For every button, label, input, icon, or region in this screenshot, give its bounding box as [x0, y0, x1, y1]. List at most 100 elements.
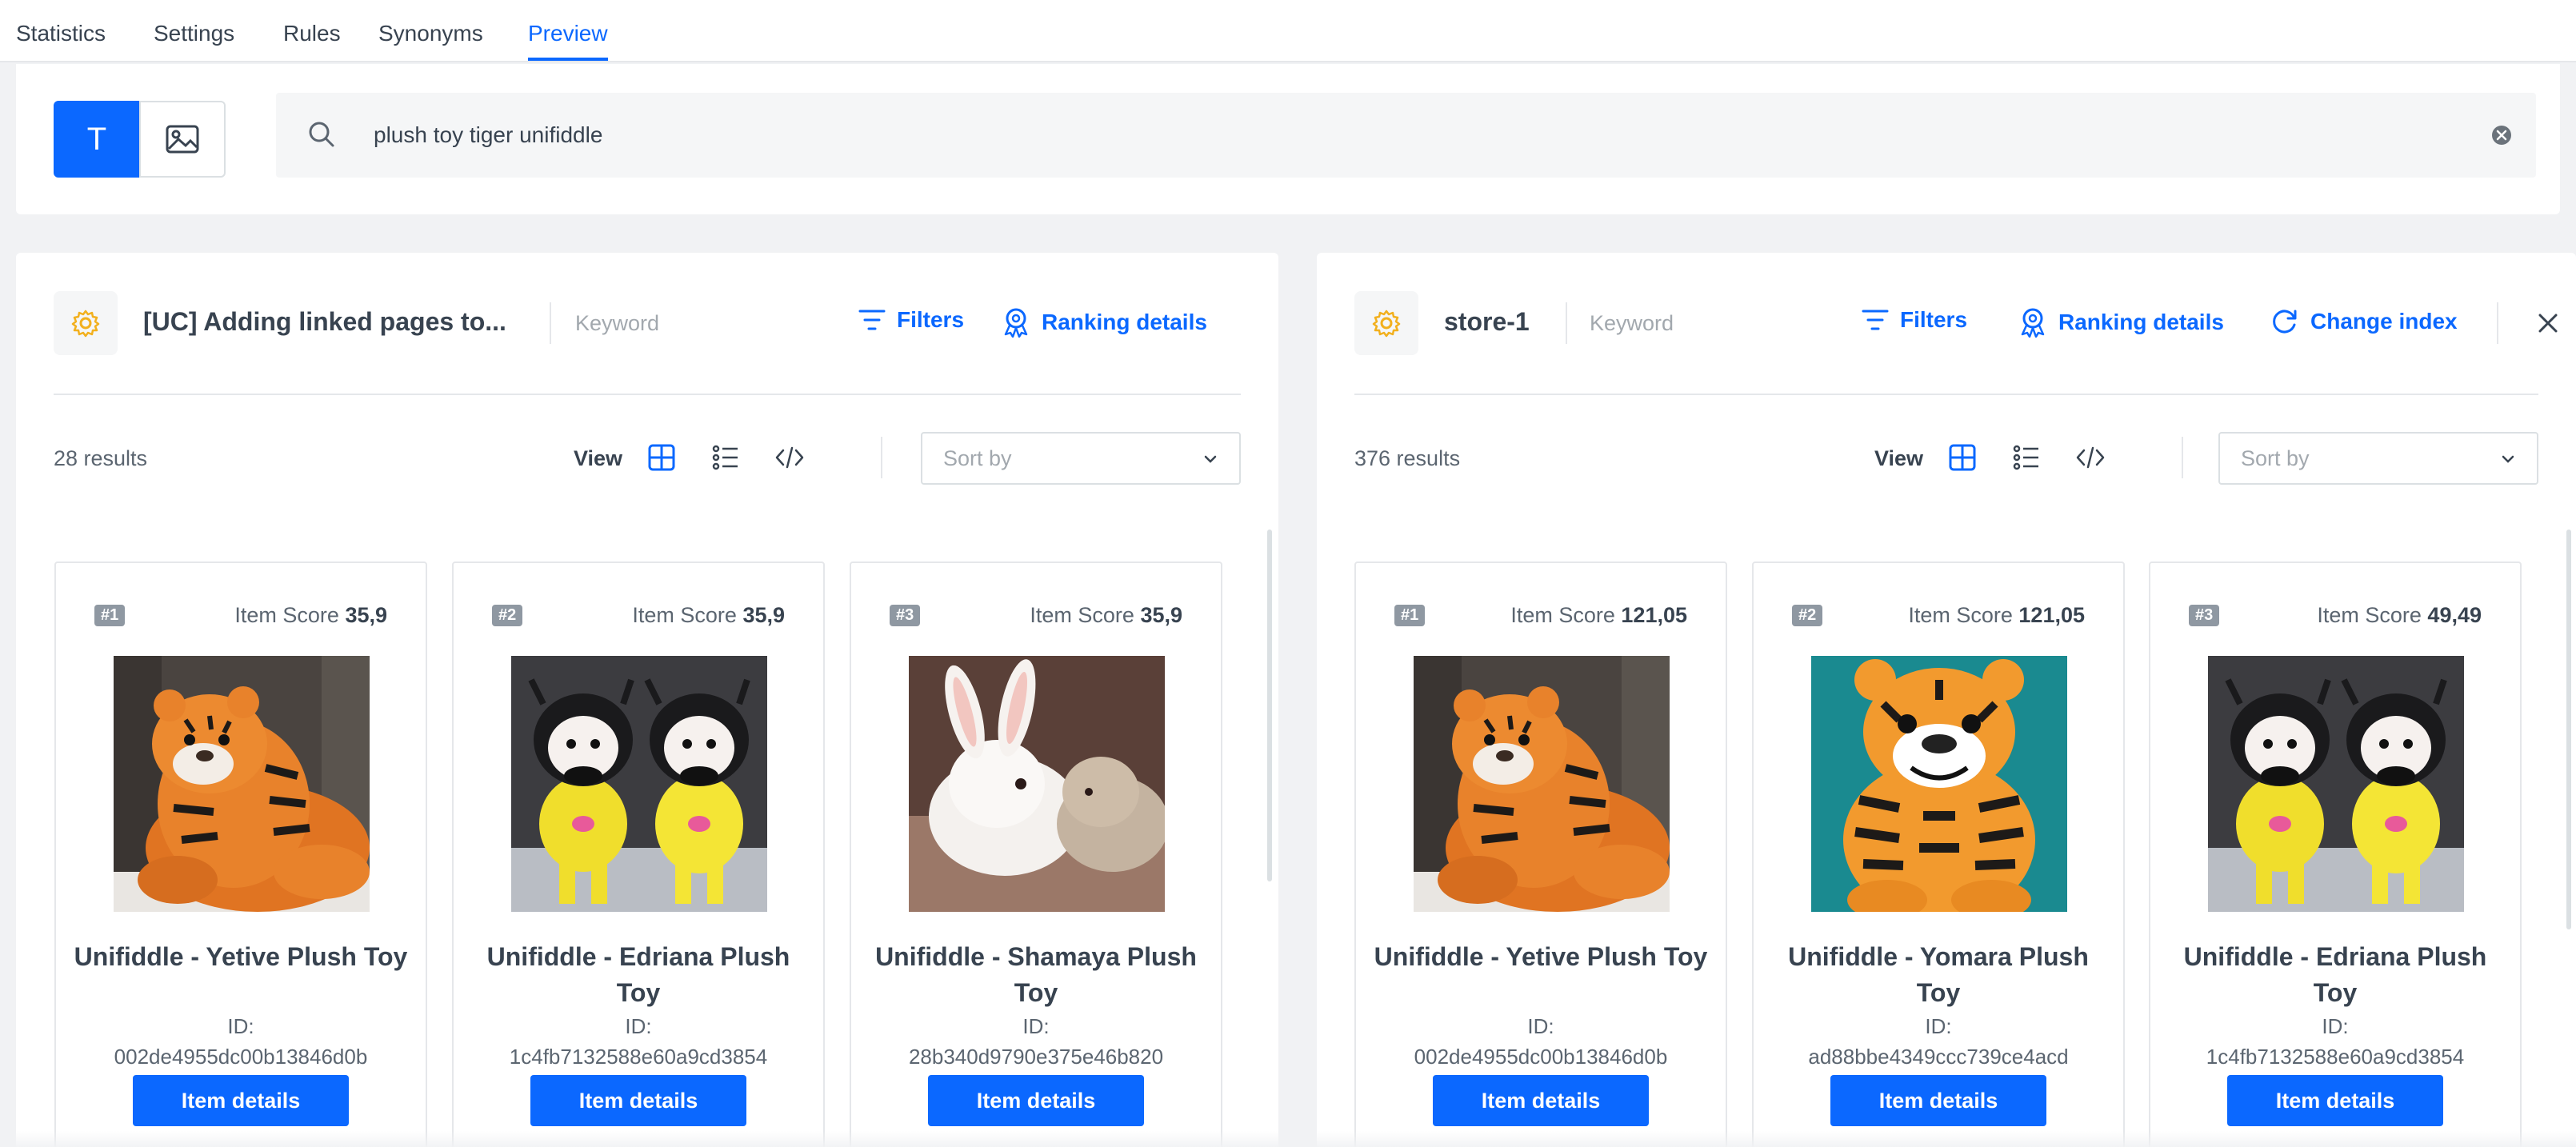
results-panel-left: [UC] Adding linked pages to... Filters R…: [16, 253, 1278, 1147]
ranking-details-label: Ranking details: [2058, 310, 2224, 334]
index-name: store-1: [1444, 307, 1530, 336]
result-card: #2 Item Score 35,9 Unifiddle - Edriana P…: [452, 562, 825, 1147]
header-divider-line: [1354, 394, 2538, 395]
filter-icon: [858, 310, 886, 330]
item-score: Item Score 121,05: [1908, 603, 2085, 627]
item-score: Item Score 35,9: [234, 603, 387, 627]
sort-by-select[interactable]: Sort by: [2218, 432, 2538, 485]
tiger-plush-image: [114, 656, 370, 912]
filters-button[interactable]: Filters: [1862, 307, 1967, 333]
chevron-down-icon: [2502, 455, 2514, 463]
item-id: ID:28b340d9790e375e46b820be91c9: [908, 1014, 1164, 1069]
list-icon: [2013, 445, 2038, 470]
scrollbar[interactable]: [2566, 530, 2571, 929]
result-card: #3 Item Score 49,49 Unifiddle - Edriana …: [2149, 562, 2522, 1147]
results-panel-right: store-1 Filters Ranking details Change i…: [1317, 253, 2576, 1147]
ranking-details-label: Ranking details: [1042, 310, 1207, 334]
award-icon: [1004, 308, 1028, 338]
item-details-button[interactable]: Item details: [928, 1075, 1144, 1126]
result-card: #1 Item Score 35,9 Unifiddle - Yetive Pl…: [54, 562, 427, 1147]
view-label: View: [1874, 446, 1924, 470]
grid-view-button[interactable]: [1946, 442, 1978, 474]
sort-by-select[interactable]: Sort by: [921, 432, 1241, 485]
result-card: #1 Item Score 121,05 Unifiddle - Yetive …: [1354, 562, 1727, 1147]
change-index-label: Change index: [2310, 309, 2458, 334]
code-view-button[interactable]: [2074, 442, 2106, 474]
panel-header: store-1 Filters Ranking details Change i…: [1354, 291, 2576, 355]
keyword-input[interactable]: [1590, 306, 1766, 341]
item-title: Unifiddle - Edriana Plush Toy: [486, 942, 790, 1007]
text-mode-icon: T: [86, 121, 107, 157]
award-icon: [2021, 308, 2045, 338]
search-icon: [309, 122, 334, 147]
filters-label: Filters: [1900, 307, 1968, 332]
list-view-button[interactable]: [2010, 442, 2042, 474]
filter-icon: [1862, 310, 1889, 330]
text-search-mode-button[interactable]: T: [54, 101, 140, 178]
results-toolbar: 376 results View Sort by: [1354, 432, 2538, 485]
toolbar-divider: [881, 437, 882, 478]
ranking-details-button[interactable]: Ranking details: [2018, 307, 2224, 338]
item-title: Unifiddle - Yetive Plush Toy: [74, 942, 408, 971]
search-box: [276, 93, 2536, 178]
item-score-value: 49,49: [2427, 603, 2482, 627]
tab-settings[interactable]: Settings: [154, 21, 234, 58]
header-divider: [1566, 302, 1567, 344]
item-title: Unifiddle - Edriana Plush Toy: [2183, 942, 2487, 1007]
item-details-button[interactable]: Item details: [1433, 1075, 1649, 1126]
item-score-value: 35,9: [1140, 603, 1182, 627]
image-search-mode-button[interactable]: [139, 101, 226, 178]
grid-view-button[interactable]: [646, 442, 678, 474]
search-input[interactable]: [374, 115, 2374, 155]
item-score: Item Score 35,9: [1030, 603, 1182, 627]
tab-synonyms[interactable]: Synonyms: [378, 21, 483, 58]
item-id: ID:1c4fb7132588e60a9cd38545e1bd0: [2206, 1014, 2465, 1069]
header-divider-line: [54, 394, 1241, 395]
index-settings-button[interactable]: [54, 291, 118, 355]
item-title: Unifiddle - Yomara Plush Toy: [1788, 942, 2089, 1007]
change-index-button[interactable]: Change index: [2270, 307, 2458, 336]
gear-icon: [71, 310, 100, 338]
item-title: Unifiddle - Yetive Plush Toy: [1374, 942, 1708, 971]
code-icon: [775, 446, 804, 469]
item-details-button[interactable]: Item details: [1830, 1075, 2046, 1126]
item-details-button[interactable]: Item details: [133, 1075, 349, 1126]
results-count: 28 results: [54, 446, 148, 470]
filters-label: Filters: [897, 307, 965, 332]
item-score: Item Score 49,49: [2317, 603, 2482, 627]
rank-badge: #2: [1792, 605, 1823, 626]
result-card: #3 Item Score 35,9 Unifiddle - Shamaya P…: [850, 562, 1222, 1147]
list-view-button[interactable]: [710, 442, 742, 474]
keyword-input[interactable]: [575, 306, 751, 341]
image-icon: [166, 125, 199, 154]
scrollbar[interactable]: [1267, 530, 1272, 881]
item-id: ID:1c4fb7132588e60a9cd38545e1bd0: [509, 1014, 768, 1069]
item-score: Item Score 121,05: [1510, 603, 1687, 627]
filters-button[interactable]: Filters: [858, 307, 964, 333]
rank-badge: #3: [890, 605, 921, 626]
tab-statistics[interactable]: Statistics: [16, 21, 106, 58]
bottom-fade: [0, 1131, 2576, 1147]
search-panel: T: [16, 64, 2560, 214]
tab-rules[interactable]: Rules: [283, 21, 341, 58]
item-id: ID:002de4955dc00b13846d0b95b1a775: [1414, 1014, 1668, 1069]
tiger-plush-image: [1414, 656, 1670, 912]
ranking-details-button[interactable]: Ranking details: [1002, 307, 1207, 338]
code-icon: [2076, 446, 2105, 469]
grid-icon: [648, 444, 675, 471]
sort-by-placeholder: Sort by: [943, 446, 1012, 470]
index-settings-button[interactable]: [1354, 291, 1418, 355]
header-divider: [2497, 302, 2498, 344]
close-panel-button[interactable]: [2534, 309, 2562, 338]
list-icon: [712, 445, 738, 470]
item-details-button[interactable]: Item details: [530, 1075, 746, 1126]
header-divider: [550, 302, 551, 344]
rank-badge: #3: [2189, 605, 2220, 626]
code-view-button[interactable]: [774, 442, 806, 474]
bunny-plush-image: [909, 656, 1165, 912]
item-details-button[interactable]: Item details: [2227, 1075, 2443, 1126]
close-icon: [2538, 314, 2558, 333]
clear-search-icon[interactable]: [2491, 125, 2512, 146]
tab-preview[interactable]: Preview: [528, 21, 608, 61]
item-score-value: 121,05: [1621, 603, 1687, 627]
